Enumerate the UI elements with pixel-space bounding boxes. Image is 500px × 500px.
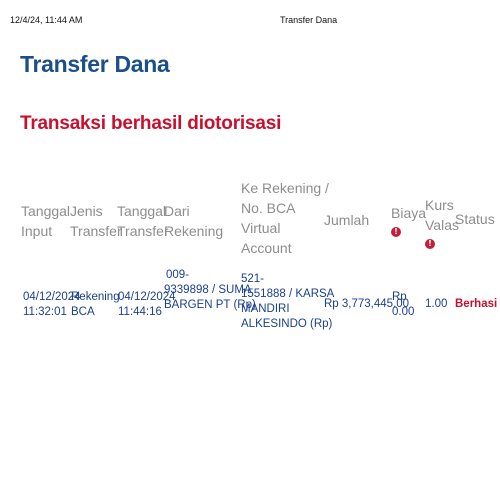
cell-status: Berhasi: [455, 298, 498, 310]
biaya-info-icon[interactable]: !: [391, 227, 401, 237]
cell-kurs-valas: 1.00: [425, 298, 448, 310]
col-header-tanggal-transfer: Tanggal Transfer: [117, 203, 169, 239]
cell-jenis-transfer: Rekening BCA: [71, 291, 120, 318]
cell-biaya: Rp 0.00: [392, 291, 415, 318]
col-header-jumlah: Jumlah: [324, 212, 370, 228]
col-header-kurs-valas: Kurs Valas !: [425, 197, 459, 249]
col-header-status: Status: [455, 211, 495, 227]
col-header-ke-rekening: Ke Rekening / No. BCA Virtual Account: [241, 180, 329, 256]
col-header-dari-rekening: Dari Rekening: [164, 203, 224, 239]
col-header-biaya: Biaya !: [391, 205, 427, 237]
col-header-tanggal-input: Tanggal Input: [21, 203, 71, 239]
kurs-info-icon[interactable]: !: [425, 239, 435, 249]
cell-ke-rekening: 521- 1551888 / KARSA MANDIRI ALKESINDO (…: [241, 273, 335, 330]
transfer-table: Tanggal Input Jenis Transfer Tanggal Tra…: [0, 0, 500, 500]
col-header-jenis-transfer: Jenis Transfer: [70, 203, 122, 239]
